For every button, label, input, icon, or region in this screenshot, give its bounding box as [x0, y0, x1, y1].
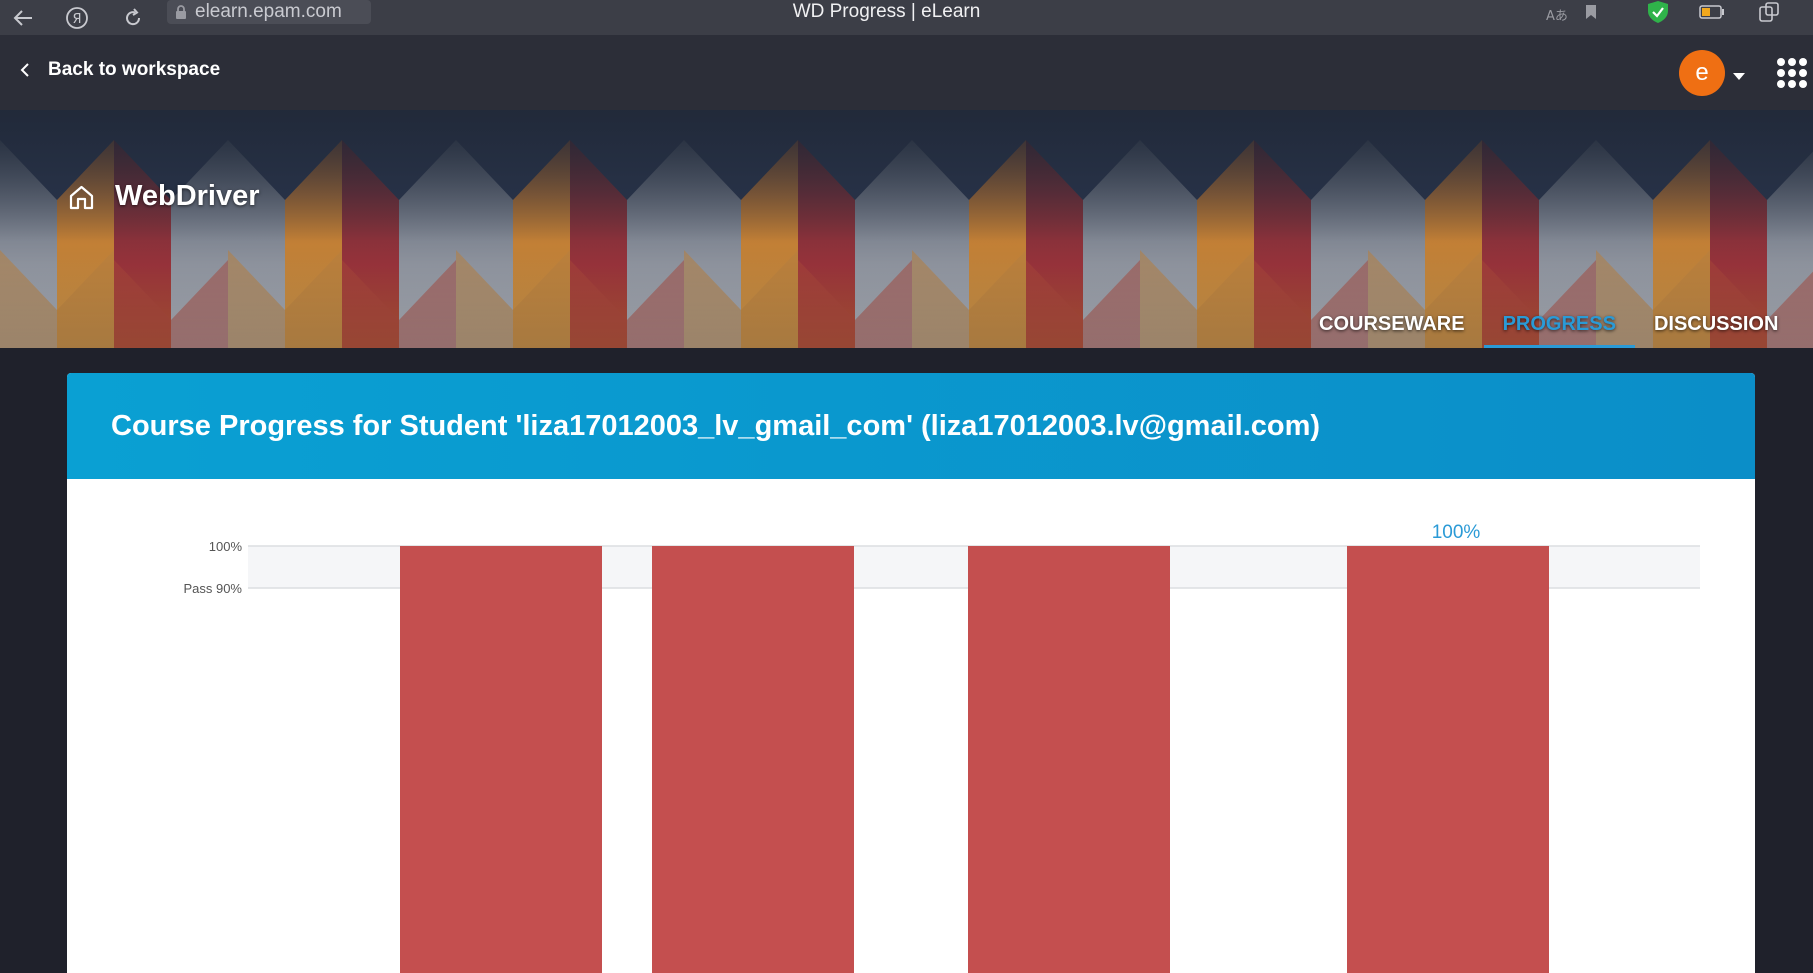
bar [652, 546, 854, 973]
home-icon[interactable] [68, 184, 95, 210]
app-header: Back to workspace e [0, 35, 1813, 110]
battery-icon [1698, 0, 1726, 29]
browser-toolbar: Я elearn.epam.com WD Progress | eLearn A… [0, 0, 1813, 35]
avatar[interactable]: e [1679, 50, 1725, 96]
progress-card: Course Progress for Student 'liza1701200… [67, 373, 1755, 973]
bar [400, 546, 602, 973]
course-banner: WebDriver COURSEWARE PROGRESS DISCUSSION [0, 110, 1813, 348]
tab-courseware[interactable]: COURSEWARE [1300, 300, 1484, 348]
apps-grid-icon[interactable] [1777, 58, 1807, 88]
svg-text:Aあ: Aあ [1546, 9, 1568, 22]
bar [1347, 546, 1549, 973]
course-title-text: WebDriver [115, 180, 260, 212]
tab-progress[interactable]: PROGRESS [1483, 300, 1636, 348]
shield-icon[interactable] [1645, 0, 1671, 29]
caret-down-icon[interactable] [1732, 68, 1746, 86]
progress-heading: Course Progress for Student 'liza1701200… [67, 373, 1755, 479]
bookmark-icon[interactable] [1582, 0, 1600, 29]
data-label: 100% [1432, 522, 1481, 543]
progress-chart: 100% Pass 90% 100% [67, 479, 1755, 973]
tick-label: Pass 90% [183, 581, 242, 596]
tab-discussion[interactable]: DISCUSSION [1635, 300, 1797, 348]
window-title: WD Progress | eLearn [792, 1, 981, 22]
course-tabs: COURSEWARE PROGRESS DISCUSSION [1300, 300, 1797, 348]
extensions-icon[interactable] [1756, 0, 1782, 29]
back-to-workspace-link[interactable]: Back to workspace [20, 35, 220, 105]
bar [968, 546, 1170, 973]
course-title: WebDriver [68, 180, 260, 213]
translate-icon[interactable]: Aあ [1545, 0, 1569, 31]
progress-chart-svg: 100% Pass 90% 100% [183, 522, 1700, 973]
tick-label: 100% [209, 539, 243, 554]
back-to-workspace-label: Back to workspace [48, 59, 221, 80]
chevron-left-icon [20, 62, 30, 78]
